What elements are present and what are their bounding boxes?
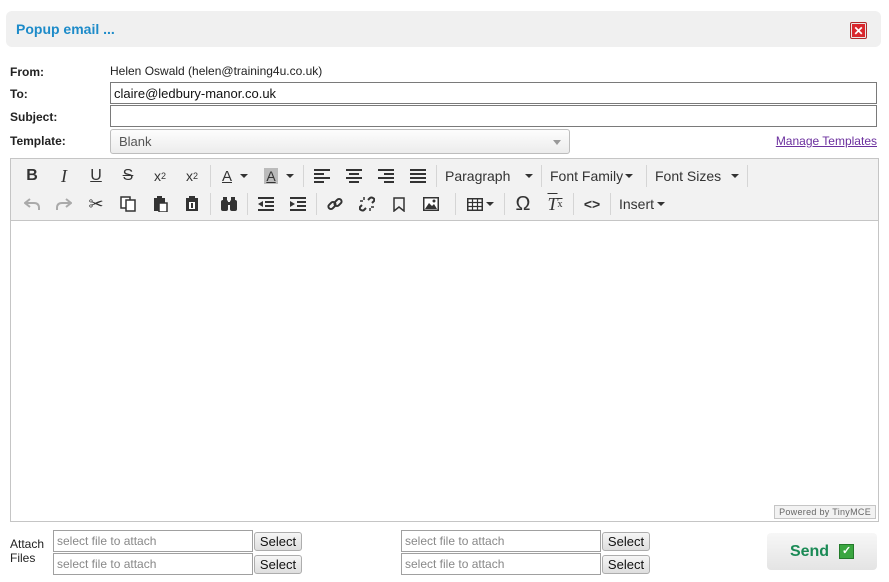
chevron-down-icon	[525, 174, 533, 178]
toolbar-separator	[436, 165, 437, 187]
undo-icon[interactable]	[16, 191, 48, 217]
toolbar-separator	[210, 193, 211, 215]
toolbar-row-1: B I U S x2 x2 A A Paragraph Font Family …	[16, 163, 750, 189]
table-icon[interactable]	[458, 191, 502, 217]
editor-toolbar: B I U S x2 x2 A A Paragraph Font Family …	[11, 159, 878, 221]
text-color-icon[interactable]: A	[213, 163, 257, 189]
special-character-icon[interactable]: Ω	[507, 191, 539, 217]
subject-field[interactable]	[110, 105, 877, 127]
align-center-icon[interactable]	[338, 163, 370, 189]
copy-icon[interactable]	[112, 191, 144, 217]
to-label: To:	[10, 87, 28, 101]
toolbar-separator	[646, 165, 647, 187]
underline-icon[interactable]: U	[80, 163, 112, 189]
close-button[interactable]: ✕	[850, 22, 867, 39]
toolbar-separator	[247, 193, 248, 215]
toolbar-separator	[303, 165, 304, 187]
source-code-icon[interactable]: <>	[576, 191, 608, 217]
toolbar-row-2: ✂ Ω T x <> Insert	[16, 191, 671, 217]
select-file-button[interactable]: Select	[254, 555, 302, 574]
redo-icon[interactable]	[48, 191, 80, 217]
insert-menu-label: Insert	[619, 196, 655, 212]
align-right-icon[interactable]	[370, 163, 402, 189]
superscript-icon[interactable]: x2	[176, 163, 208, 189]
checkmark-icon: ✓	[839, 544, 855, 559]
to-field[interactable]	[110, 82, 877, 104]
chevron-down-icon	[625, 174, 634, 178]
font-family-menu-label: Font Family	[550, 168, 624, 184]
toolbar-separator	[610, 193, 611, 215]
select-file-button[interactable]: Select	[602, 532, 650, 551]
chevron-down-icon	[657, 202, 666, 206]
select-file-button[interactable]: Select	[254, 532, 302, 551]
file-input[interactable]: select file to attach	[401, 530, 601, 552]
indent-icon[interactable]	[282, 191, 314, 217]
file-input[interactable]: select file to attach	[401, 553, 601, 575]
attach-files-label: Attach Files	[10, 537, 44, 565]
send-button[interactable]: Send ✓	[767, 533, 877, 570]
template-select[interactable]: Blank	[110, 129, 570, 154]
paragraph-menu-label: Paragraph	[445, 168, 511, 184]
dialog-titlebar: Popup email ... ✕	[6, 11, 881, 47]
close-icon: ✕	[852, 23, 865, 38]
subscript-icon[interactable]: x2	[144, 163, 176, 189]
dialog-title: Popup email ...	[16, 21, 115, 37]
chevron-down-icon	[553, 140, 561, 145]
link-icon[interactable]	[319, 191, 351, 217]
from-label: From:	[10, 65, 44, 79]
outdent-icon[interactable]	[250, 191, 282, 217]
attach-label-line2: Files	[10, 551, 36, 565]
editor-content-area[interactable]	[11, 221, 878, 521]
from-value: Helen Oswald (helen@training4u.co.uk)	[110, 64, 323, 78]
toolbar-separator	[504, 193, 505, 215]
bold-icon[interactable]: B	[16, 163, 48, 189]
toolbar-separator	[573, 193, 574, 215]
clear-formatting-icon[interactable]: Tx	[539, 191, 571, 217]
powered-by-label: Powered by TinyMCE	[774, 505, 876, 519]
strikethrough-icon[interactable]: S	[112, 163, 144, 189]
toolbar-separator	[747, 165, 748, 187]
chevron-down-icon	[731, 174, 739, 178]
paste-text-icon[interactable]	[176, 191, 208, 217]
cut-icon[interactable]: ✂	[80, 191, 112, 217]
font-family-menu[interactable]: Font Family	[544, 163, 644, 189]
attach-label-line1: Attach	[10, 537, 45, 551]
toolbar-separator	[316, 193, 317, 215]
file-input[interactable]: select file to attach	[53, 530, 253, 552]
subject-label: Subject:	[10, 110, 58, 124]
bookmark-icon[interactable]	[383, 191, 415, 217]
template-label: Template:	[10, 134, 66, 148]
toolbar-separator	[455, 193, 456, 215]
font-sizes-menu-label: Font Sizes	[655, 168, 722, 184]
toolbar-separator	[541, 165, 542, 187]
insert-menu[interactable]: Insert	[613, 191, 671, 217]
template-select-value: Blank	[119, 134, 152, 149]
rich-text-editor: B I U S x2 x2 A A Paragraph Font Family …	[10, 158, 879, 522]
paste-icon[interactable]	[144, 191, 176, 217]
select-file-button[interactable]: Select	[602, 555, 650, 574]
manage-templates-link[interactable]: Manage Templates	[776, 134, 877, 148]
align-left-icon[interactable]	[306, 163, 338, 189]
italic-icon[interactable]: I	[48, 163, 80, 189]
toolbar-separator	[210, 165, 211, 187]
file-input[interactable]: select file to attach	[53, 553, 253, 575]
search-replace-icon[interactable]	[213, 191, 245, 217]
font-sizes-menu[interactable]: Font Sizes	[649, 163, 745, 189]
unlink-icon[interactable]	[351, 191, 383, 217]
paragraph-menu[interactable]: Paragraph	[439, 163, 539, 189]
send-button-label: Send	[789, 542, 830, 560]
image-icon[interactable]	[415, 191, 447, 217]
background-color-icon[interactable]: A	[257, 163, 301, 189]
align-justify-icon[interactable]	[402, 163, 434, 189]
